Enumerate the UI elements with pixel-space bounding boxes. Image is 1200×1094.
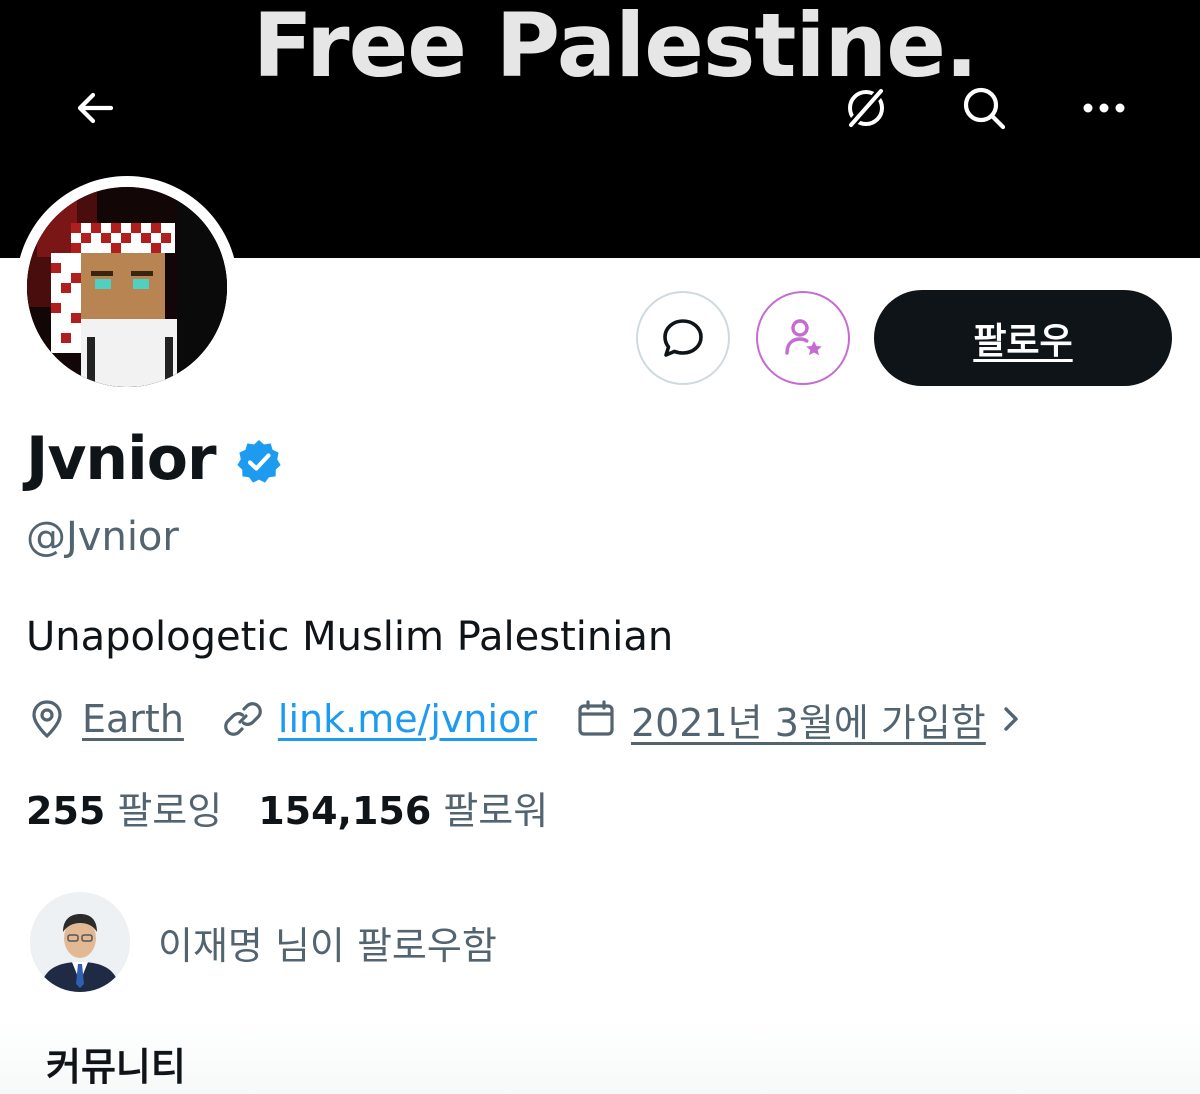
location-pin-icon xyxy=(32,700,62,739)
back-arrow-icon xyxy=(77,92,114,124)
search-button[interactable] xyxy=(944,68,1024,148)
website-link[interactable]: link.me/jvnior xyxy=(278,697,537,741)
follow-stats: 255 팔로잉 154,156 팔로워 xyxy=(26,780,584,835)
community-title: 커뮤니티 xyxy=(46,1045,186,1089)
followers-label: 팔로워 xyxy=(443,789,549,833)
display-name: Jvnior xyxy=(26,424,217,494)
subscribe-person-star-icon xyxy=(785,319,822,356)
following-stat[interactable]: 255 팔로잉 xyxy=(26,780,222,835)
profile-meta-row: Earth link.me/jvnior 2021년 3월에 가입함 xyxy=(26,692,1074,747)
message-button[interactable] xyxy=(636,291,730,385)
back-button[interactable] xyxy=(55,68,135,148)
chevron-right-icon xyxy=(1004,707,1018,731)
grok-icon xyxy=(845,85,887,131)
search-icon xyxy=(963,87,1006,130)
website-item[interactable]: link.me/jvnior xyxy=(222,697,537,741)
follower-portrait-image xyxy=(30,892,130,992)
follow-button[interactable]: 팔로우 xyxy=(874,290,1172,386)
follower-avatar xyxy=(30,892,130,992)
following-count: 255 xyxy=(26,789,106,833)
following-label: 팔로잉 xyxy=(117,789,223,833)
more-icon xyxy=(1083,103,1125,113)
followers-stat[interactable]: 154,156 팔로워 xyxy=(258,780,548,835)
profile-page: Free Palestine. 팔로우 Jvnior @Jvnior Unapo… xyxy=(0,0,1200,1094)
joined-date[interactable]: 2021년 3월에 가입함 xyxy=(631,692,986,747)
followed-by[interactable]: 이재명 님이 팔로우함 xyxy=(30,892,497,992)
followers-count: 154,156 xyxy=(258,789,432,833)
location-item: Earth xyxy=(26,697,184,741)
profile-avatar-ring[interactable] xyxy=(16,176,238,398)
link-icon xyxy=(224,702,262,736)
bio: Unapologetic Muslim Palestinian xyxy=(26,614,674,660)
pixel-avatar-image xyxy=(27,187,227,387)
handle: @Jvnior xyxy=(26,514,179,560)
more-button[interactable] xyxy=(1064,68,1144,148)
subscribe-button[interactable] xyxy=(756,291,850,385)
display-name-row: Jvnior xyxy=(26,424,284,494)
avatar xyxy=(27,187,227,387)
location-text: Earth xyxy=(82,697,184,741)
followed-by-text: 이재명 님이 팔로우함 xyxy=(158,923,497,968)
calendar-icon xyxy=(578,700,614,736)
joined-item[interactable]: 2021년 3월에 가입함 xyxy=(575,692,1036,747)
message-bubble-icon xyxy=(663,319,703,357)
verified-badge-icon[interactable] xyxy=(234,437,284,487)
grok-button[interactable] xyxy=(826,68,906,148)
